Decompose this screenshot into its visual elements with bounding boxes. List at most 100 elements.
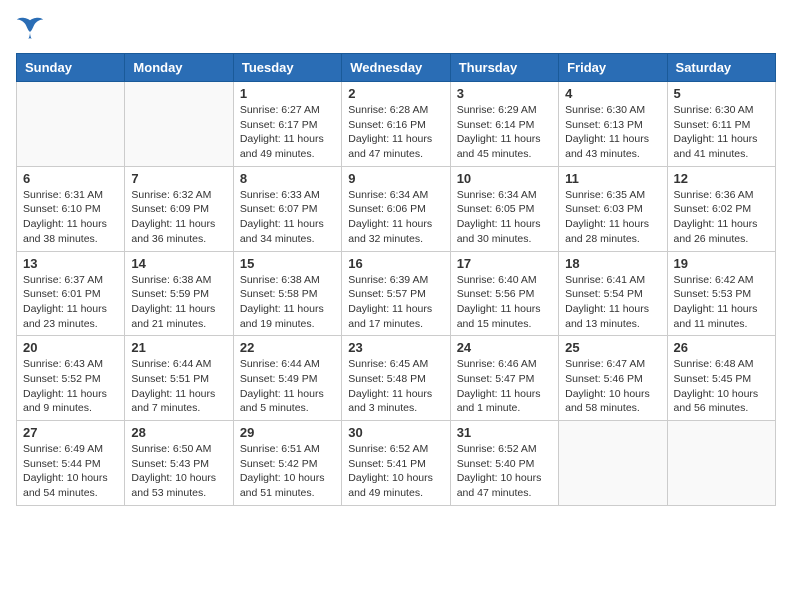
day-info: Sunrise: 6:42 AM Sunset: 5:53 PM Dayligh…	[674, 273, 769, 332]
day-number: 15	[240, 256, 335, 271]
day-info: Sunrise: 6:34 AM Sunset: 6:06 PM Dayligh…	[348, 188, 443, 247]
calendar-cell: 31Sunrise: 6:52 AM Sunset: 5:40 PM Dayli…	[450, 421, 558, 506]
day-number: 21	[131, 340, 226, 355]
day-number: 6	[23, 171, 118, 186]
calendar-cell: 23Sunrise: 6:45 AM Sunset: 5:48 PM Dayli…	[342, 336, 450, 421]
calendar-header: SundayMondayTuesdayWednesdayThursdayFrid…	[17, 54, 776, 82]
calendar-cell: 9 Sunrise: 6:34 AM Sunset: 6:06 PM Daylig…	[342, 166, 450, 251]
day-header-tuesday: Tuesday	[233, 54, 341, 82]
day-info: Sunrise: 6:52 AM Sunset: 5:40 PM Dayligh…	[457, 442, 552, 501]
day-info: Sunrise: 6:37 AM Sunset: 6:01 PM Dayligh…	[23, 273, 118, 332]
day-info: Sunrise: 6:43 AM Sunset: 5:52 PM Dayligh…	[23, 357, 118, 416]
calendar-cell: 6 Sunrise: 6:31 AM Sunset: 6:10 PM Daylig…	[17, 166, 125, 251]
day-number: 16	[348, 256, 443, 271]
day-info: Sunrise: 6:51 AM Sunset: 5:42 PM Dayligh…	[240, 442, 335, 501]
day-info: Sunrise: 6:30 AM Sunset: 6:13 PM Dayligh…	[565, 103, 660, 162]
day-number: 14	[131, 256, 226, 271]
day-number: 8	[240, 171, 335, 186]
logo-bird-icon	[16, 16, 44, 40]
day-info: Sunrise: 6:40 AM Sunset: 5:56 PM Dayligh…	[457, 273, 552, 332]
day-info: Sunrise: 6:32 AM Sunset: 6:09 PM Dayligh…	[131, 188, 226, 247]
calendar-cell	[125, 82, 233, 167]
day-info: Sunrise: 6:31 AM Sunset: 6:10 PM Dayligh…	[23, 188, 118, 247]
calendar-cell: 24 Sunrise: 6:46 AM Sunset: 5:47 PM Dayli…	[450, 336, 558, 421]
week-row-1: 6 Sunrise: 6:31 AM Sunset: 6:10 PM Daylig…	[17, 166, 776, 251]
day-info: Sunrise: 6:27 AM Sunset: 6:17 PM Dayligh…	[240, 103, 335, 162]
day-info: Sunrise: 6:46 AM Sunset: 5:47 PM Dayligh…	[457, 357, 552, 416]
day-number: 22	[240, 340, 335, 355]
day-info: Sunrise: 6:41 AM Sunset: 5:54 PM Dayligh…	[565, 273, 660, 332]
calendar-cell: 7 Sunrise: 6:32 AM Sunset: 6:09 PM Daylig…	[125, 166, 233, 251]
day-number: 27	[23, 425, 118, 440]
day-header-thursday: Thursday	[450, 54, 558, 82]
calendar-cell: 14 Sunrise: 6:38 AM Sunset: 5:59 PM Dayli…	[125, 251, 233, 336]
day-info: Sunrise: 6:45 AM Sunset: 5:48 PM Dayligh…	[348, 357, 443, 416]
day-info: Sunrise: 6:44 AM Sunset: 5:49 PM Dayligh…	[240, 357, 335, 416]
calendar-cell: 17 Sunrise: 6:40 AM Sunset: 5:56 PM Dayli…	[450, 251, 558, 336]
calendar-cell	[17, 82, 125, 167]
day-number: 18	[565, 256, 660, 271]
calendar-cell	[559, 421, 667, 506]
day-number: 17	[457, 256, 552, 271]
calendar-cell: 26Sunrise: 6:48 AM Sunset: 5:45 PM Dayli…	[667, 336, 775, 421]
day-number: 20	[23, 340, 118, 355]
day-info: Sunrise: 6:38 AM Sunset: 5:58 PM Dayligh…	[240, 273, 335, 332]
calendar-cell: 15 Sunrise: 6:38 AM Sunset: 5:58 PM Dayli…	[233, 251, 341, 336]
calendar-cell: 22 Sunrise: 6:44 AM Sunset: 5:49 PM Dayli…	[233, 336, 341, 421]
day-number: 5	[674, 86, 769, 101]
day-number: 10	[457, 171, 552, 186]
week-row-4: 27 Sunrise: 6:49 AM Sunset: 5:44 PM Dayli…	[17, 421, 776, 506]
day-number: 28	[131, 425, 226, 440]
day-number: 19	[674, 256, 769, 271]
calendar-cell: 1 Sunrise: 6:27 AM Sunset: 6:17 PM Daylig…	[233, 82, 341, 167]
day-number: 25	[565, 340, 660, 355]
day-number: 30	[348, 425, 443, 440]
calendar-cell: 12 Sunrise: 6:36 AM Sunset: 6:02 PM Dayli…	[667, 166, 775, 251]
day-number: 29	[240, 425, 335, 440]
day-number: 2	[348, 86, 443, 101]
day-info: Sunrise: 6:35 AM Sunset: 6:03 PM Dayligh…	[565, 188, 660, 247]
day-info: Sunrise: 6:44 AM Sunset: 5:51 PM Dayligh…	[131, 357, 226, 416]
day-info: Sunrise: 6:30 AM Sunset: 6:11 PM Dayligh…	[674, 103, 769, 162]
calendar-cell: 29 Sunrise: 6:51 AM Sunset: 5:42 PM Dayli…	[233, 421, 341, 506]
day-number: 11	[565, 171, 660, 186]
day-info: Sunrise: 6:36 AM Sunset: 6:02 PM Dayligh…	[674, 188, 769, 247]
day-number: 1	[240, 86, 335, 101]
day-header-friday: Friday	[559, 54, 667, 82]
day-info: Sunrise: 6:52 AM Sunset: 5:41 PM Dayligh…	[348, 442, 443, 501]
day-number: 9	[348, 171, 443, 186]
day-info: Sunrise: 6:47 AM Sunset: 5:46 PM Dayligh…	[565, 357, 660, 416]
day-number: 4	[565, 86, 660, 101]
day-number: 12	[674, 171, 769, 186]
day-header-saturday: Saturday	[667, 54, 775, 82]
day-info: Sunrise: 6:48 AM Sunset: 5:45 PM Dayligh…	[674, 357, 769, 416]
calendar-cell: 13Sunrise: 6:37 AM Sunset: 6:01 PM Dayli…	[17, 251, 125, 336]
calendar-table: SundayMondayTuesdayWednesdayThursdayFrid…	[16, 53, 776, 506]
calendar-cell: 30 Sunrise: 6:52 AM Sunset: 5:41 PM Dayli…	[342, 421, 450, 506]
day-info: Sunrise: 6:38 AM Sunset: 5:59 PM Dayligh…	[131, 273, 226, 332]
calendar-cell: 28 Sunrise: 6:50 AM Sunset: 5:43 PM Dayli…	[125, 421, 233, 506]
calendar-cell: 10Sunrise: 6:34 AM Sunset: 6:05 PM Dayli…	[450, 166, 558, 251]
day-info: Sunrise: 6:29 AM Sunset: 6:14 PM Dayligh…	[457, 103, 552, 162]
calendar-cell: 27 Sunrise: 6:49 AM Sunset: 5:44 PM Dayli…	[17, 421, 125, 506]
header-row: SundayMondayTuesdayWednesdayThursdayFrid…	[17, 54, 776, 82]
calendar-cell: 25 Sunrise: 6:47 AM Sunset: 5:46 PM Dayli…	[559, 336, 667, 421]
calendar-cell: 18 Sunrise: 6:41 AM Sunset: 5:54 PM Dayli…	[559, 251, 667, 336]
calendar-cell: 19 Sunrise: 6:42 AM Sunset: 5:53 PM Dayli…	[667, 251, 775, 336]
day-info: Sunrise: 6:33 AM Sunset: 6:07 PM Dayligh…	[240, 188, 335, 247]
page-header	[16, 16, 776, 45]
day-number: 24	[457, 340, 552, 355]
day-header-sunday: Sunday	[17, 54, 125, 82]
week-row-3: 20 Sunrise: 6:43 AM Sunset: 5:52 PM Dayli…	[17, 336, 776, 421]
calendar-cell: 2 Sunrise: 6:28 AM Sunset: 6:16 PM Daylig…	[342, 82, 450, 167]
calendar-cell	[667, 421, 775, 506]
day-info: Sunrise: 6:28 AM Sunset: 6:16 PM Dayligh…	[348, 103, 443, 162]
logo	[16, 16, 46, 45]
day-number: 7	[131, 171, 226, 186]
calendar-cell: 11 Sunrise: 6:35 AM Sunset: 6:03 PM Dayli…	[559, 166, 667, 251]
calendar-body: 1 Sunrise: 6:27 AM Sunset: 6:17 PM Daylig…	[17, 82, 776, 506]
day-header-wednesday: Wednesday	[342, 54, 450, 82]
day-info: Sunrise: 6:49 AM Sunset: 5:44 PM Dayligh…	[23, 442, 118, 501]
week-row-0: 1 Sunrise: 6:27 AM Sunset: 6:17 PM Daylig…	[17, 82, 776, 167]
day-info: Sunrise: 6:50 AM Sunset: 5:43 PM Dayligh…	[131, 442, 226, 501]
